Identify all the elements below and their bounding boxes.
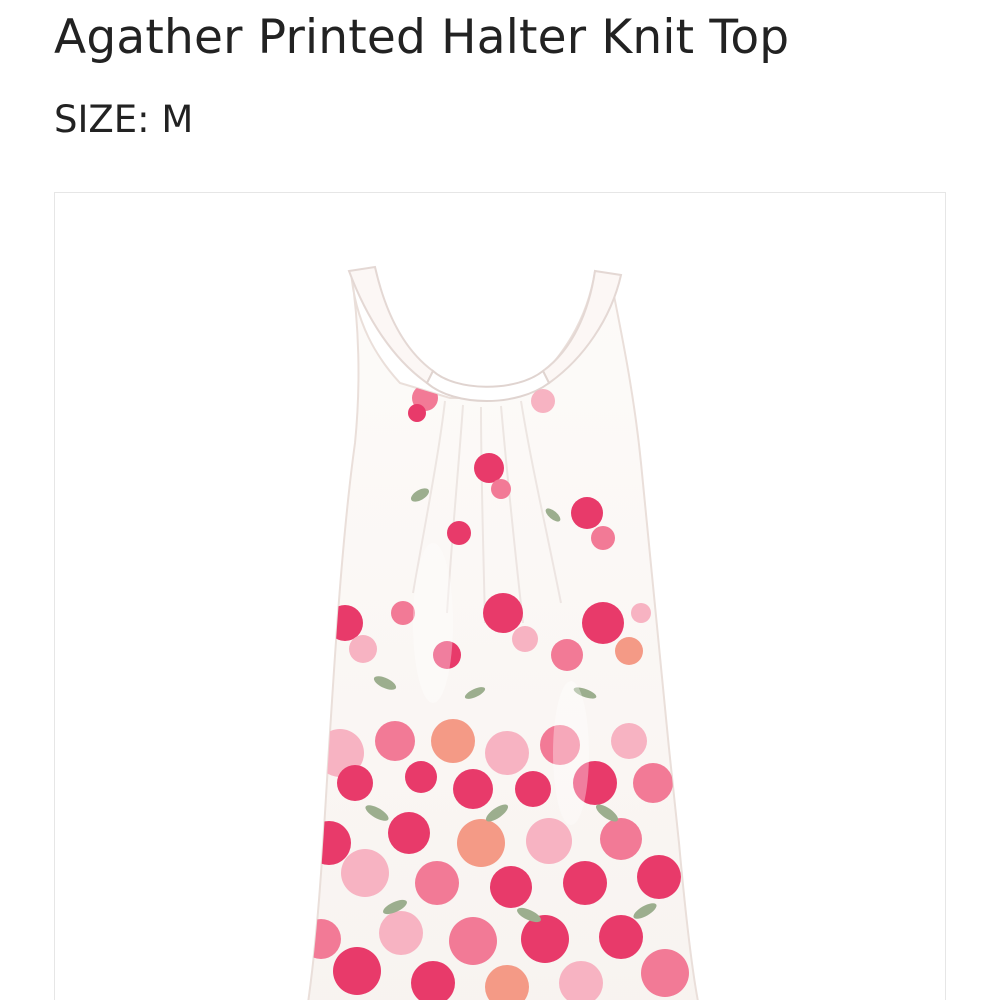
- size-value: M: [161, 98, 194, 141]
- size-info: SIZE: M: [54, 98, 193, 141]
- size-label: SIZE:: [54, 98, 150, 141]
- product-page: Agather Printed Halter Knit Top SIZE: M: [0, 0, 1000, 1000]
- product-image-card[interactable]: [54, 192, 946, 1000]
- product-image[interactable]: [55, 193, 945, 1000]
- product-title: Agather Printed Halter Knit Top: [54, 10, 790, 65]
- halter-top-illustration: [305, 265, 699, 1000]
